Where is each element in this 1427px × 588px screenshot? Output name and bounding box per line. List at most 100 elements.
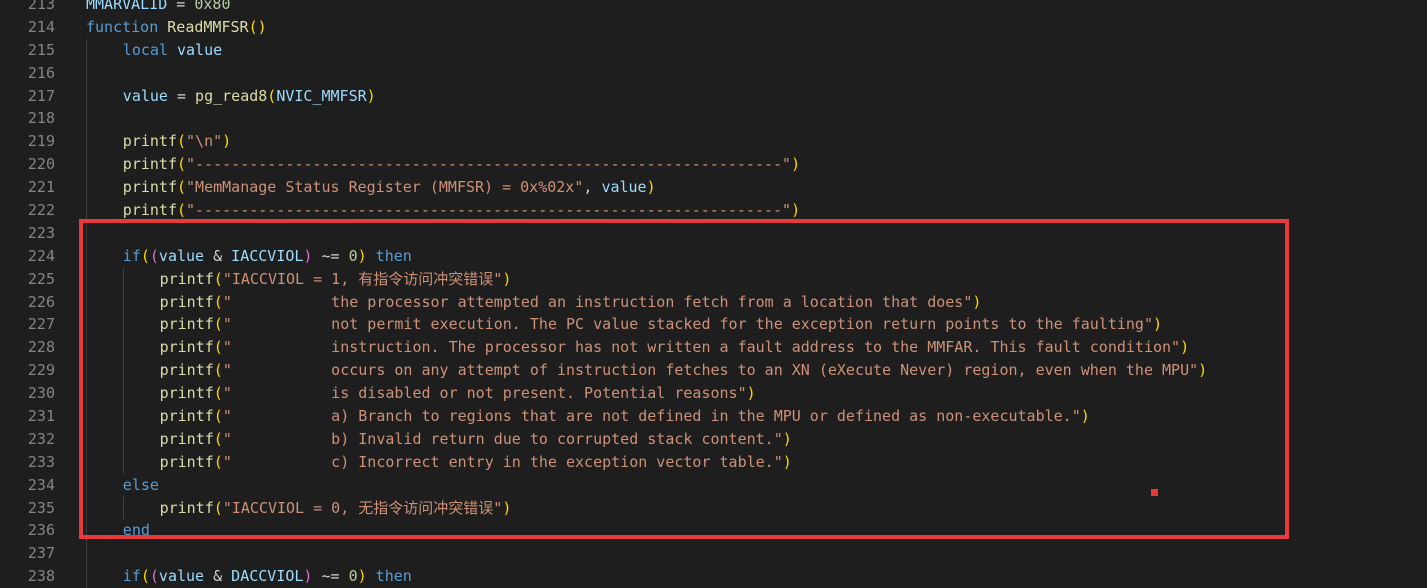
code-text: local value [123, 39, 222, 62]
token: = [167, 86, 196, 105]
line-number: 234 [27, 475, 55, 494]
token: ReadMMFSR [167, 17, 249, 36]
token: value [158, 567, 205, 586]
code-line[interactable]: 218 [0, 107, 1427, 131]
token: if [122, 567, 141, 586]
code-text: if((value & DACCVIOL) ~= 0) then [123, 565, 412, 588]
line-number: 216 [27, 63, 55, 82]
token: () [248, 17, 267, 36]
token: printf [122, 201, 177, 220]
code-text: function ReadMMFSR() [86, 16, 267, 39]
token: ( [267, 86, 277, 105]
indent-guide [86, 176, 87, 200]
line-number: 227 [27, 315, 55, 334]
token: ) [357, 567, 367, 586]
indent-guide [86, 84, 87, 108]
token: function [86, 17, 159, 36]
annotation-marker [1151, 489, 1158, 496]
token: 0 [348, 567, 358, 586]
line-number: 214 [27, 17, 55, 36]
token: value [176, 40, 223, 59]
line-number: 219 [27, 132, 55, 151]
line-number: 229 [27, 361, 55, 380]
token: printf [122, 178, 177, 197]
indent-guide [86, 61, 87, 85]
line-number: 231 [27, 407, 55, 426]
code-line[interactable]: 213 MMARVALID = 0x80 [0, 0, 1427, 16]
token: "\n" [186, 132, 223, 151]
token: ) [366, 86, 376, 105]
token: "MemManage Status Register (MMFSR) = 0x%… [186, 178, 584, 197]
code-text: MMARVALID = 0x80 [86, 0, 231, 16]
code-line[interactable]: 214 function ReadMMFSR() [0, 16, 1427, 39]
token: ( [140, 567, 150, 586]
indent-guide [86, 107, 87, 131]
token: printf [122, 155, 177, 174]
line-number: 226 [27, 292, 55, 311]
token: MMARVALID [86, 0, 168, 13]
line-number: 237 [27, 544, 55, 563]
token: value [601, 178, 647, 197]
line-number: 232 [27, 429, 55, 448]
token: & [204, 567, 232, 586]
line-number: 218 [27, 109, 55, 128]
token: local [122, 40, 168, 59]
code-text: value = pg_read8(NVIC_MMFSR) [123, 85, 376, 108]
token: ) [646, 178, 656, 197]
line-number: 233 [27, 452, 55, 471]
indent-guide [86, 38, 87, 62]
line-number: 217 [27, 86, 55, 105]
token: ) [791, 201, 801, 220]
indent-guide [86, 130, 87, 154]
token: "---------------------------------------… [186, 201, 792, 220]
token: "---------------------------------------… [186, 155, 792, 174]
token: DACCVIOL [231, 567, 304, 586]
line-number: 224 [27, 246, 55, 265]
code-line[interactable]: 221 printf("MemManage Status Register (MM… [0, 176, 1427, 200]
code-text: printf("\n") [123, 130, 231, 153]
token: ( [176, 201, 187, 220]
token: ( [149, 567, 159, 586]
line-number: 230 [27, 384, 55, 403]
token: ) [222, 132, 232, 151]
code-line[interactable]: 215 local value [0, 38, 1427, 62]
token: NVIC_MMFSR [276, 86, 367, 105]
code-line[interactable]: 237 [0, 542, 1427, 566]
line-number: 223 [27, 223, 55, 242]
line-number: 213 [27, 0, 55, 13]
token: ( [176, 178, 187, 197]
token: value [122, 86, 168, 105]
token: , [583, 178, 602, 197]
code-line[interactable]: 217 value = pg_read8(NVIC_MMFSR) [0, 84, 1427, 108]
token: ~= [312, 567, 349, 586]
line-number: 228 [27, 338, 55, 357]
line-number: 238 [27, 567, 55, 586]
token: printf [122, 132, 177, 151]
line-number: 222 [27, 201, 55, 220]
highlight-annotation-box [79, 219, 1289, 539]
line-number: 236 [27, 521, 55, 540]
line-number: 235 [27, 498, 55, 517]
code-text: printf("MemManage Status Register (MMFSR… [123, 176, 656, 199]
line-number: 215 [27, 40, 55, 59]
token: then [375, 567, 412, 586]
code-line[interactable]: 216 [0, 61, 1427, 85]
code-line[interactable]: 238 if((value & DACCVIOL) ~= 0) then [0, 565, 1427, 588]
code-line[interactable]: 220 printf("-----------------------------… [0, 153, 1427, 177]
token: pg_read8 [195, 86, 268, 105]
code-text: printf("--------------------------------… [123, 153, 800, 176]
line-number: 225 [27, 269, 55, 288]
token: = [167, 0, 195, 13]
token: ( [176, 132, 187, 151]
token: ( [176, 155, 187, 174]
code-line[interactable]: 219 printf("\n") [0, 130, 1427, 154]
line-number: 221 [27, 178, 55, 197]
line-number: 220 [27, 155, 55, 174]
indent-guide [86, 565, 87, 588]
token: ) [791, 155, 801, 174]
indent-guide [86, 542, 87, 566]
token: 0x80 [194, 0, 231, 13]
